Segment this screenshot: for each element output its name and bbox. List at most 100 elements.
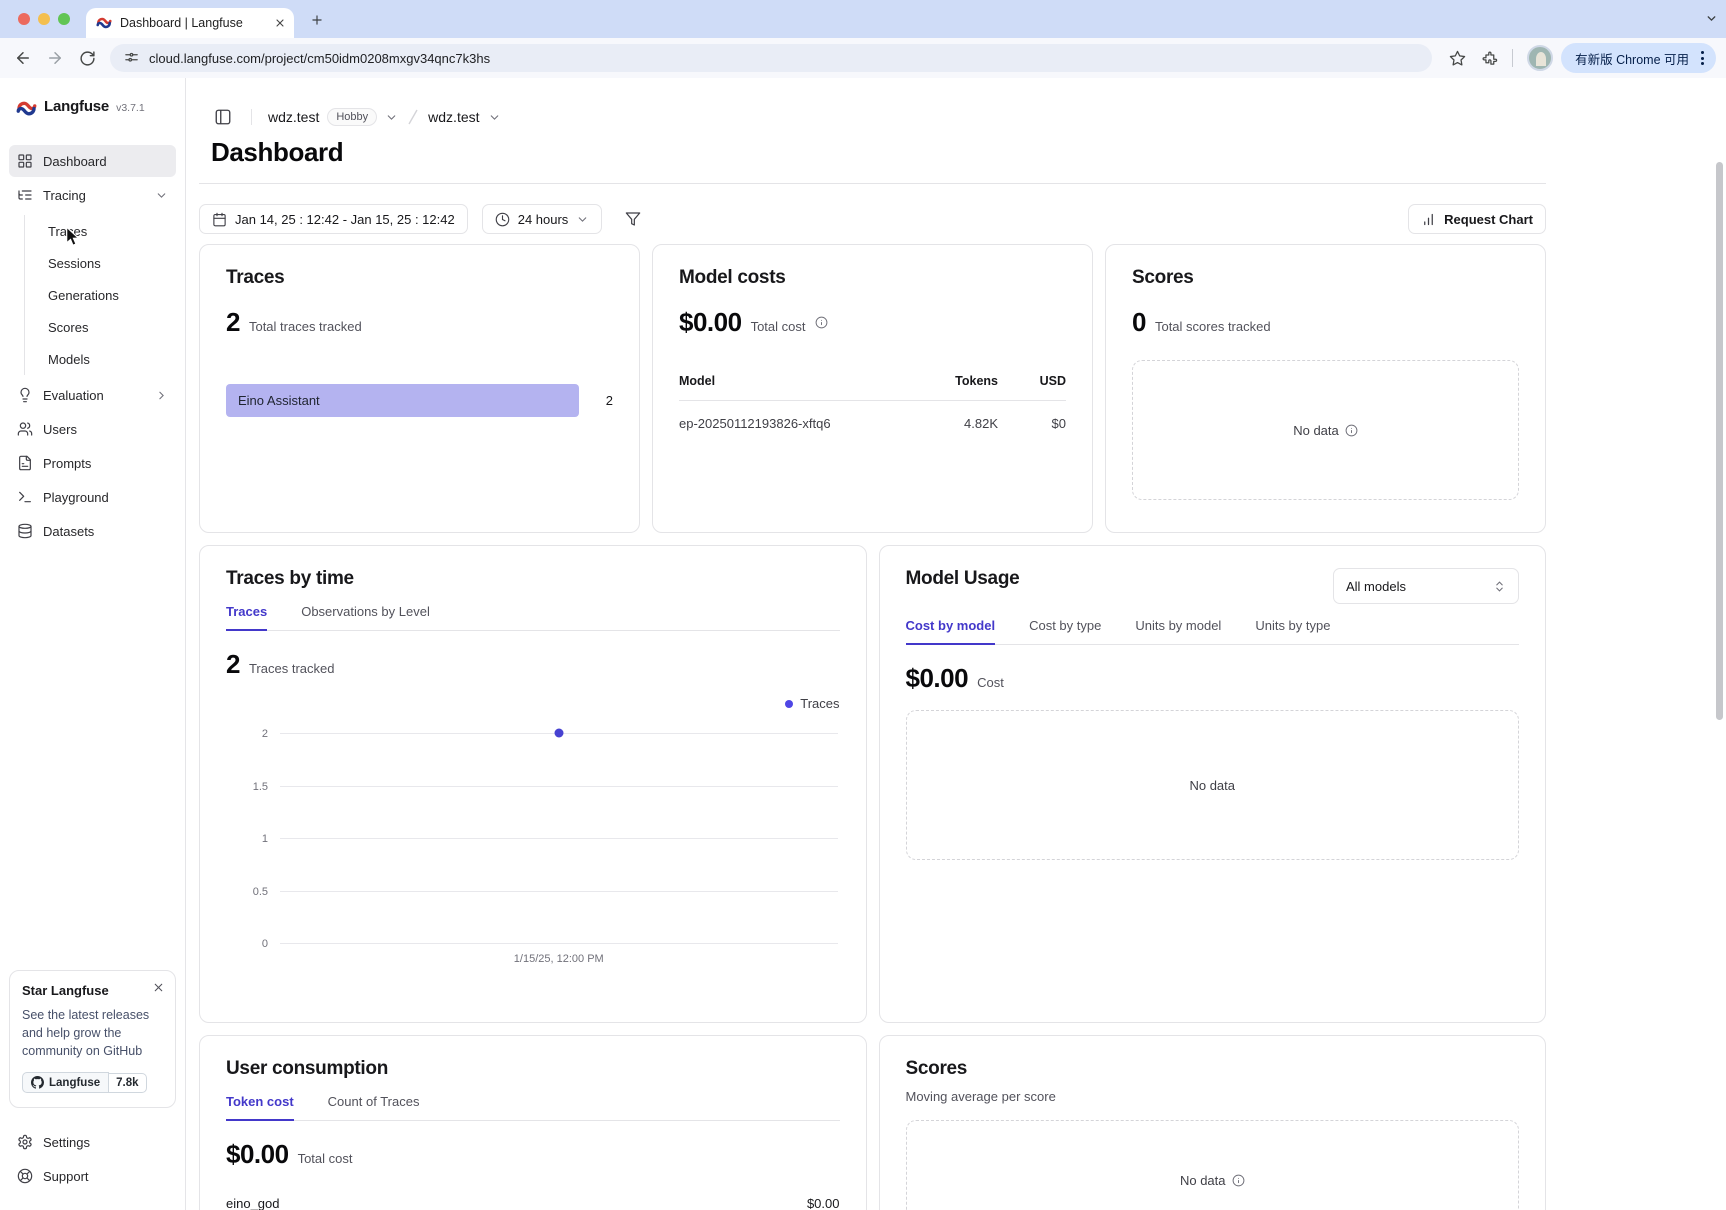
tab-traces[interactable]: Traces [226, 604, 267, 630]
user-row[interactable]: eino_god $0.00 [226, 1190, 840, 1210]
tab-cost-by-model[interactable]: Cost by model [906, 618, 996, 644]
url-bar[interactable]: cloud.langfuse.com/project/cm50idm0208mx… [110, 44, 1432, 72]
project-name[interactable]: wdz.test [428, 109, 479, 125]
browser-tab[interactable]: Dashboard | Langfuse [86, 8, 294, 38]
traces-time-chart: 2 1.5 1 0.5 0 1/15/25, 12:00 PM [280, 733, 838, 943]
sidebar-item-prompts[interactable]: Prompts [9, 447, 176, 479]
legend-label: Traces [800, 696, 839, 711]
user-consumption-value: $0.00 [226, 1139, 289, 1170]
close-icon[interactable] [152, 981, 165, 994]
org-name[interactable]: wdz.test [268, 109, 319, 125]
model-select-value: All models [1346, 579, 1406, 594]
traces-card: Traces 2 Total traces tracked Eino Assis… [199, 244, 640, 533]
sidebar-item-datasets[interactable]: Datasets [9, 515, 176, 547]
sidebar-item-sessions[interactable]: Sessions [40, 247, 176, 279]
sidebar-item-dashboard[interactable]: Dashboard [9, 145, 176, 177]
github-repo-button[interactable]: Langfuse [22, 1072, 109, 1093]
sidebar-item-support[interactable]: Support [9, 1160, 176, 1192]
tab-units-by-model[interactable]: Units by model [1135, 618, 1221, 644]
new-tab-button[interactable] [304, 7, 330, 33]
model-usd: $0 [998, 416, 1066, 431]
scrollbar[interactable] [1716, 162, 1723, 720]
sidebar-item-label: Tracing [43, 188, 145, 203]
browser-menu-icon[interactable] [1695, 51, 1710, 65]
y-tick: 1 [262, 833, 268, 845]
sidebar-item-models[interactable]: Models [40, 343, 176, 375]
profile-avatar[interactable] [1527, 45, 1553, 71]
sidebar-toggle-icon[interactable] [211, 105, 235, 129]
date-range-value: Jan 14, 25 : 12:42 - Jan 15, 25 : 12:42 [235, 212, 455, 227]
brand-version: v3.7.1 [116, 102, 145, 114]
request-chart-button[interactable]: Request Chart [1408, 204, 1546, 234]
chevron-down-icon[interactable] [385, 111, 398, 124]
model-select[interactable]: All models [1333, 568, 1519, 604]
url-text[interactable]: cloud.langfuse.com/project/cm50idm0208mx… [149, 51, 490, 66]
user-consumption-tabs: Token cost Count of Traces [226, 1094, 840, 1121]
no-data-label: No data [1189, 778, 1235, 793]
forward-icon[interactable] [40, 43, 70, 73]
site-settings-icon[interactable] [124, 51, 139, 66]
chrome-update-button[interactable]: 有新版 Chrome 可用 [1561, 43, 1716, 73]
sidebar-item-users[interactable]: Users [9, 413, 176, 445]
brand-name: Langfuse [44, 98, 109, 115]
traces-bar[interactable]: Eino Assistant [226, 384, 579, 417]
zoom-window-button[interactable] [58, 13, 70, 25]
minimize-window-button[interactable] [38, 13, 50, 25]
extensions-icon[interactable] [1474, 43, 1504, 73]
plan-badge: Hobby [327, 108, 377, 126]
sidebar-item-tracing[interactable]: Tracing [9, 179, 176, 211]
bookmark-star-icon[interactable] [1442, 43, 1472, 73]
database-icon [17, 523, 33, 539]
user-name: eino_god [226, 1196, 280, 1210]
tab-cost-by-type[interactable]: Cost by type [1029, 618, 1101, 644]
sidebar-item-scores[interactable]: Scores [40, 311, 176, 343]
sidebar-item-evaluation[interactable]: Evaluation [9, 379, 176, 411]
close-window-button[interactable] [18, 13, 30, 25]
info-icon [1232, 1174, 1245, 1187]
gear-icon [17, 1134, 33, 1150]
traces-by-time-card: Traces by time Traces Observations by Le… [199, 545, 867, 1023]
traces-bar-value: 2 [579, 393, 613, 408]
github-repo-label: Langfuse [49, 1077, 100, 1089]
chevron-down-icon[interactable] [488, 111, 501, 124]
card-title: Scores [906, 1058, 1520, 1080]
tab-token-cost[interactable]: Token cost [226, 1094, 294, 1120]
bar-chart-icon [1421, 212, 1436, 227]
chevron-down-icon [155, 189, 168, 202]
sidebar-item-label: Dashboard [43, 154, 168, 169]
brand[interactable]: Langfuse v3.7.1 [9, 98, 176, 119]
window-controls[interactable] [0, 0, 86, 38]
breadcrumb-slash [406, 108, 420, 126]
sidebar-item-label: Evaluation [43, 388, 145, 403]
sidebar-item-traces[interactable]: Traces [40, 215, 176, 247]
info-icon [815, 316, 828, 329]
tab-units-by-type[interactable]: Units by type [1255, 618, 1330, 644]
reload-icon[interactable] [72, 43, 102, 73]
card-title: Model costs [679, 267, 1066, 289]
model-usage-cost-value: $0.00 [906, 663, 969, 694]
tab-search-icon[interactable] [1705, 12, 1718, 25]
clock-icon [495, 212, 510, 227]
filter-bar: Jan 14, 25 : 12:42 - Jan 15, 25 : 12:42 … [199, 204, 1546, 234]
table-row[interactable]: ep-20250112193826-xftq6 4.82K $0 [679, 401, 1066, 431]
chart-data-point[interactable] [554, 729, 563, 738]
breadcrumb: wdz.test Hobby wdz.test [199, 104, 1546, 130]
info-icon [1345, 424, 1358, 437]
tab-count-of-traces[interactable]: Count of Traces [328, 1094, 420, 1120]
browser-toolbar: cloud.langfuse.com/project/cm50idm0208mx… [0, 38, 1726, 78]
main-area: wdz.test Hobby wdz.test Dashboard [186, 78, 1726, 1210]
lightbulb-icon [17, 387, 33, 403]
filter-funnel-icon[interactable] [616, 204, 650, 234]
tab-observations-by-level[interactable]: Observations by Level [301, 604, 430, 630]
time-preset-dropdown[interactable]: 24 hours [482, 204, 603, 234]
sidebar-item-settings[interactable]: Settings [9, 1126, 176, 1158]
back-icon[interactable] [8, 43, 38, 73]
github-star-widget[interactable]: Langfuse 7.8k [22, 1072, 163, 1093]
sidebar-item-generations[interactable]: Generations [40, 279, 176, 311]
no-data-label: No data [1293, 423, 1339, 438]
tracing-subnav: Traces Sessions Generations Scores Model… [24, 215, 176, 375]
sidebar-item-label: Support [43, 1169, 168, 1184]
sidebar-item-playground[interactable]: Playground [9, 481, 176, 513]
date-range-picker[interactable]: Jan 14, 25 : 12:42 - Jan 15, 25 : 12:42 [199, 204, 468, 234]
tab-close-icon[interactable] [274, 17, 286, 29]
